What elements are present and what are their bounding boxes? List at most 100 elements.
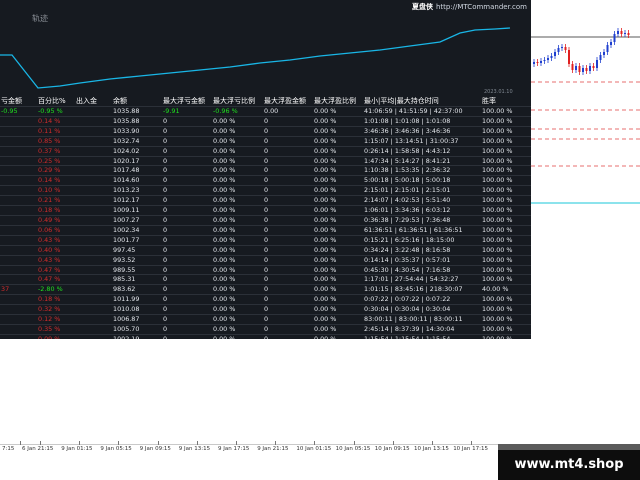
table-cell: 0 xyxy=(264,166,269,175)
time-tick-label: 9 Jan 05:15 xyxy=(100,446,132,452)
table-cell xyxy=(0,166,37,176)
table-cell: 0.35 % xyxy=(38,324,61,333)
table-cell: 0.00 % xyxy=(314,255,337,264)
table-row: 0.11 % 1033.90 0 0.00 % 0 0.00 % 3:46:36 | 3:4… xyxy=(0,126,531,136)
table-cell: 0.40 % xyxy=(38,245,61,254)
candle-body xyxy=(624,33,626,34)
table-cell: 0.00 % xyxy=(213,235,236,244)
table-cell xyxy=(75,255,112,265)
table-cell: 0.18 % xyxy=(38,295,61,304)
table-cell: 0.00 % xyxy=(213,136,236,145)
time-tick-mark xyxy=(353,441,355,445)
brand-label[interactable]: 夏盘侠 http://MTCommander.com xyxy=(412,2,527,12)
table-cell: 100.00 % xyxy=(482,156,513,165)
table-cell: 1:06:01 | 3:34:36 | 6:03:12 xyxy=(364,206,451,215)
table-cell: 0:07:22 | 0:07:22 | 0:07:22 xyxy=(364,295,451,304)
table-cell: 0.37 % xyxy=(38,146,61,155)
equity-curve-line xyxy=(0,27,511,89)
table-cell: -9.91 xyxy=(163,107,180,115)
table-cell: 0.00 % xyxy=(213,305,236,314)
table-cell: -0.95 % xyxy=(38,107,63,115)
table-cell: 0:14:14 | 0:35:37 | 0:57:01 xyxy=(364,255,451,264)
candle-body xyxy=(575,66,577,70)
table-cell: 0.43 % xyxy=(38,255,61,264)
table-cell: 997.45 xyxy=(113,245,136,254)
table-cell: 1005.70 xyxy=(113,324,140,333)
table-cell: 1:10:38 | 1:53:35 | 2:36:32 xyxy=(364,166,451,175)
table-cell: 0 xyxy=(163,305,168,314)
candlesticks xyxy=(533,28,630,75)
table-cell: 0.00 % xyxy=(314,176,337,185)
table-cell: 40.00 % xyxy=(482,285,509,294)
column-header: 百分比% xyxy=(38,97,66,105)
table-cell xyxy=(0,255,37,265)
table-cell xyxy=(0,215,37,225)
table-cell xyxy=(75,315,112,325)
table-cell: 0.00 % xyxy=(314,305,337,314)
table-cell: 985.31 xyxy=(113,275,136,284)
table-cell: 0 xyxy=(163,235,168,244)
table-cell: 989.55 xyxy=(113,265,136,274)
table-row: 0.25 % 1020.17 0 0.00 % 0 0.00 % 1:47:34 | 5:1… xyxy=(0,156,531,166)
table-cell: 0.10 % xyxy=(38,186,61,195)
table-cell xyxy=(0,116,37,126)
table-cell: 0.00 xyxy=(264,107,279,115)
table-cell: 0.00 % xyxy=(314,235,337,244)
table-cell: 0 xyxy=(163,186,168,195)
table-row: 0.37 % 1024.02 0 0.00 % 0 0.00 % 0:26:14 | 1:5… xyxy=(0,146,531,156)
table-cell xyxy=(75,265,112,275)
table-cell: 0.00 % xyxy=(314,275,337,284)
time-tick-label: 9 Jan 09:15 xyxy=(139,446,171,452)
table-cell: 1024.02 xyxy=(113,146,140,155)
table-cell: 0.00 % xyxy=(314,156,337,165)
table-row: 0.49 % 1007.27 0 0.00 % 0 0.00 % 0:36:38 | 7:2… xyxy=(0,215,531,225)
table-cell: 983.62 xyxy=(113,285,136,294)
table-cell: 0.00 % xyxy=(314,265,337,274)
table-cell: 0.47 % xyxy=(38,265,61,274)
table-cell: 0.00 % xyxy=(213,186,236,195)
table-cell: 0 xyxy=(163,225,168,234)
table-row: 37 -2.80 % 983.62 0 0.00 % 0 0.00 % 1:01:15 | 8… xyxy=(0,284,531,295)
table-cell: 0.25 % xyxy=(38,156,61,165)
table-cell: 0.00 % xyxy=(314,206,337,215)
table-cell: 100.00 % xyxy=(482,136,513,145)
table-row: 0.43 % 1001.77 0 0.00 % 0 0.00 % 0:15:21 | 6:2… xyxy=(0,235,531,245)
table-row: 0.18 % 1011.99 0 0.00 % 0 0.00 % 0:07:22 | 0:0… xyxy=(0,294,531,305)
table-cell xyxy=(75,225,112,235)
candle-body xyxy=(536,62,539,63)
table-row: 0.32 % 1010.08 0 0.00 % 0 0.00 % 0:30:04 | 0:3… xyxy=(0,304,531,315)
table-cell: 0.00 % xyxy=(314,334,337,339)
table-cell: 0.00 % xyxy=(213,334,236,339)
table-cell xyxy=(0,295,37,305)
candle-body xyxy=(540,61,542,63)
table-cell: 0.00 % xyxy=(213,295,236,304)
table-cell: 0.00 % xyxy=(213,116,236,125)
table-cell: 0.85 % xyxy=(38,136,61,145)
table-row: 0.85 % 1032.74 0 0.00 % 0 0.00 % 1:15:07 | 13:… xyxy=(0,136,531,146)
table-cell: 0 xyxy=(264,305,269,314)
table-cell: 0 xyxy=(264,275,269,284)
table-cell xyxy=(75,275,112,285)
table-cell xyxy=(75,107,112,117)
brand-url[interactable]: http://MTCommander.com xyxy=(436,3,527,11)
table-cell: 100.00 % xyxy=(482,166,513,175)
table-cell: 0 xyxy=(264,235,269,244)
table-cell: 1007.27 xyxy=(113,215,140,224)
table-cell: 0 xyxy=(163,215,168,224)
table-cell: 83:00:11 | 83:00:11 | 83:00:11 xyxy=(364,315,463,324)
table-cell: 0.00 % xyxy=(213,275,236,284)
time-tick-mark xyxy=(392,441,394,445)
table-cell xyxy=(75,285,112,295)
table-cell: 0 xyxy=(163,315,168,324)
table-cell: 1035.88 xyxy=(113,116,140,125)
table-cell: 0:30:04 | 0:30:04 | 0:30:04 xyxy=(364,305,451,314)
table-cell: 0.00 % xyxy=(314,315,337,324)
time-tick-label: 9 Jan 21:15 xyxy=(257,446,289,452)
price-chart[interactable] xyxy=(531,0,640,444)
time-tick-label: 10 Jan 01:15 xyxy=(296,446,332,452)
table-cell: 0.00 % xyxy=(314,126,337,135)
brand-name: 夏盘侠 xyxy=(411,3,433,11)
table-cell: 5:00:18 | 5:00:18 | 5:00:18 xyxy=(364,176,451,185)
table-cell: 0 xyxy=(163,245,168,254)
table-cell xyxy=(0,265,37,275)
